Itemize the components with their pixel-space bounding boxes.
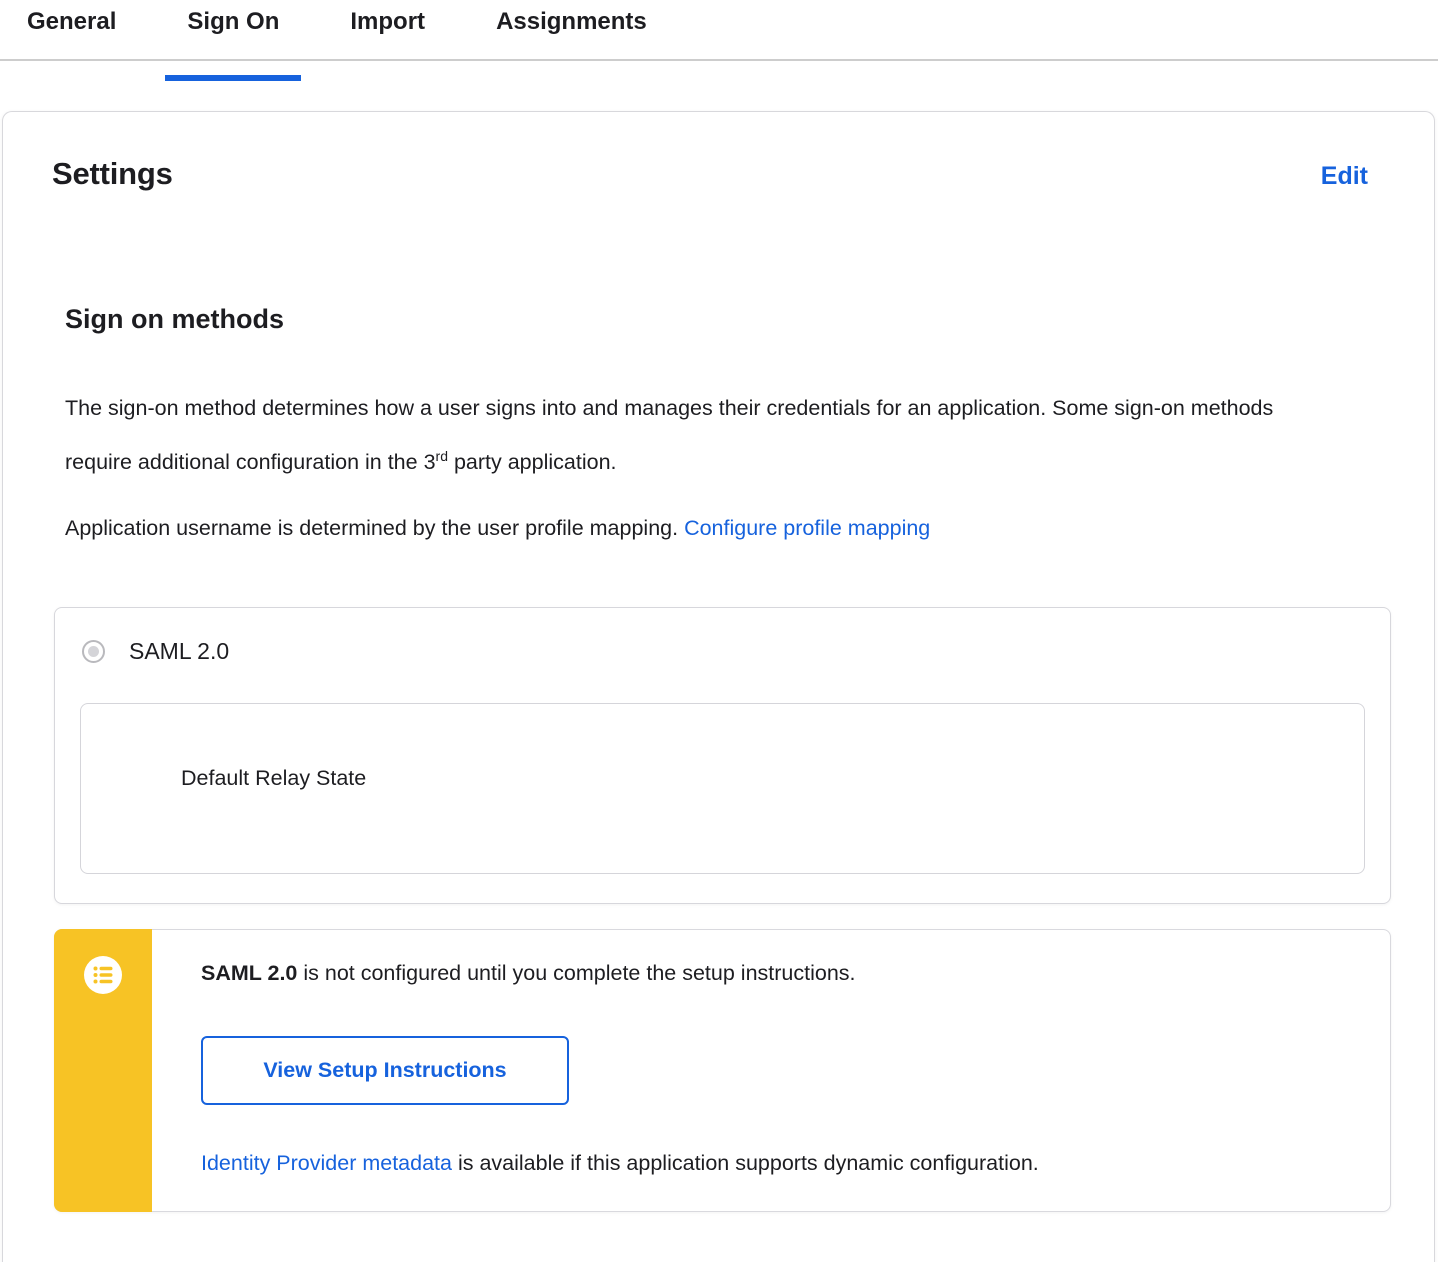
- saml-radio-button[interactable]: [82, 640, 105, 663]
- settings-card-header: Settings Edit: [3, 112, 1434, 192]
- edit-button[interactable]: Edit: [1321, 162, 1368, 191]
- tab-assignments[interactable]: Assignments: [474, 0, 669, 36]
- metadata-note: Identity Provider metadata is available …: [201, 1147, 1370, 1179]
- warning-content: SAML 2.0 is not configured until you com…: [201, 930, 1370, 1179]
- saml-setup-warning-callout: SAML 2.0 is not configured until you com…: [54, 929, 1391, 1212]
- application-username-note: Application username is determined by th…: [65, 504, 1295, 552]
- warning-message: SAML 2.0 is not configured until you com…: [201, 957, 1370, 989]
- settings-card: Settings Edit Sign on methods The sign-o…: [2, 111, 1435, 1262]
- sign-on-methods-description: The sign-on method determines how a user…: [65, 384, 1295, 486]
- default-relay-state-field: Default Relay State: [80, 703, 1365, 874]
- description-superscript: rd: [435, 448, 448, 464]
- username-note-text: Application username is determined by th…: [65, 516, 685, 540]
- warning-message-bold: SAML 2.0: [201, 961, 298, 985]
- settings-title: Settings: [52, 156, 173, 191]
- warning-accent-bar: [54, 929, 152, 1212]
- tab-import[interactable]: Import: [328, 0, 447, 36]
- tab-sign-on[interactable]: Sign On: [165, 0, 302, 81]
- configure-profile-mapping-link[interactable]: Configure profile mapping: [684, 516, 930, 540]
- list-icon: [84, 956, 122, 994]
- default-relay-state-label: Default Relay State: [181, 766, 367, 790]
- warning-message-rest: is not configured until you complete the…: [297, 961, 856, 985]
- tab-general[interactable]: General: [5, 0, 138, 36]
- metadata-note-rest: is available if this application support…: [451, 1151, 1039, 1175]
- identity-provider-metadata-link[interactable]: Identity Provider metadata: [201, 1151, 452, 1175]
- saml-radio-label[interactable]: SAML 2.0: [129, 638, 229, 665]
- saml-option-box: SAML 2.0 Default Relay State: [54, 607, 1391, 904]
- saml-radio-row: SAML 2.0: [82, 638, 229, 665]
- view-setup-instructions-button[interactable]: View Setup Instructions: [201, 1036, 569, 1105]
- app-tab-bar: General Sign On Import Assignments: [0, 0, 1438, 81]
- description-text-1: The sign-on method determines how a user…: [65, 396, 1274, 475]
- radio-dot: [88, 646, 99, 657]
- description-text-2: party application.: [447, 450, 617, 475]
- sign-on-methods-heading: Sign on methods: [65, 304, 284, 334]
